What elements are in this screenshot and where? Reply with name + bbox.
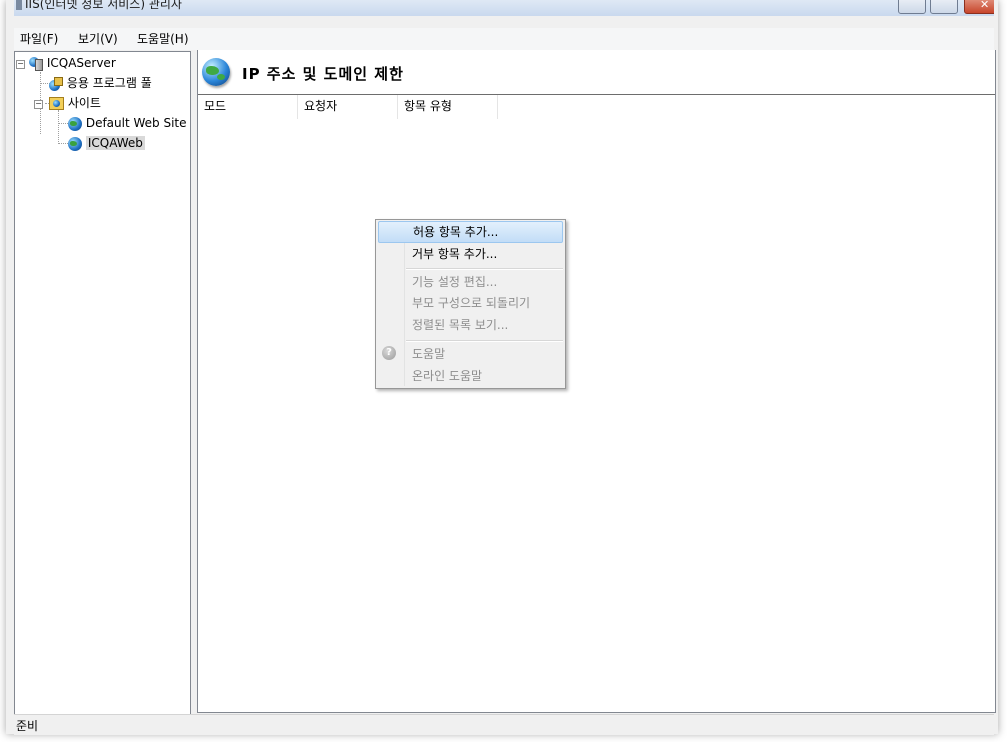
menu-item-revert-to-parent[interactable]: 부모 구성으로 되돌리기	[378, 292, 563, 314]
menu-separator	[406, 268, 563, 270]
sites-folder-icon	[49, 97, 64, 110]
tree-node-sites-label: 사이트	[67, 96, 101, 110]
feature-header: IP 주소 및 도메인 제한	[198, 50, 995, 95]
help-icon: ?	[382, 346, 396, 360]
column-header-mode[interactable]: 모드	[198, 95, 298, 119]
status-bar: 준비	[14, 714, 994, 735]
tree-node-default-web-site-label: Default Web Site	[85, 116, 187, 130]
tree-node-server-label: ICQAServer	[46, 56, 116, 70]
tree-node-icqaweb-label: ICQAWeb	[85, 136, 145, 150]
menu-separator	[406, 340, 563, 342]
page-title: IP 주소 및 도메인 제한	[242, 65, 404, 83]
tree-node-server[interactable]: ICQAServer	[29, 54, 116, 72]
window-title: IIS(인터넷 정보 서비스) 관리자	[16, 0, 182, 12]
tree-node-app-pools[interactable]: 응용 프로그램 풀	[49, 74, 152, 92]
column-header-entry-type[interactable]: 항목 유형	[398, 95, 498, 119]
menu-file[interactable]: 파일(F)	[20, 30, 58, 47]
minimize-button[interactable]	[898, 0, 926, 14]
tree-node-default-web-site[interactable]: Default Web Site	[68, 114, 187, 132]
website-globe-icon	[68, 116, 82, 131]
maximize-button[interactable]	[930, 0, 958, 14]
app-pool-icon	[49, 76, 63, 91]
ip-restrictions-globe-icon	[202, 58, 230, 86]
menu-item-online-help[interactable]: 온라인 도움말	[378, 365, 563, 387]
iis-app-icon	[16, 0, 22, 10]
menu-help[interactable]: 도움말(H)	[137, 30, 189, 47]
menu-view[interactable]: 보기(V)	[78, 30, 118, 47]
menu-item-add-allow-entry[interactable]: 허용 항목 추가...	[378, 221, 563, 243]
tree-connector	[58, 143, 68, 144]
close-button[interactable]: ✕	[964, 0, 994, 14]
close-icon: ✕	[980, 0, 990, 11]
server-icon	[29, 56, 43, 71]
tree-node-app-pools-label: 응용 프로그램 풀	[66, 76, 152, 90]
tree-connector	[58, 110, 59, 144]
context-menu: 허용 항목 추가... 거부 항목 추가... 기능 설정 편집... 부모 구…	[375, 219, 566, 389]
menu-item-view-ordered-list[interactable]: 정렬된 목록 보기...	[378, 314, 563, 336]
tree-connector	[58, 123, 68, 124]
column-header-requester[interactable]: 요청자	[298, 95, 398, 119]
collapse-server-toggle[interactable]: −	[16, 60, 25, 69]
status-text: 준비	[16, 719, 39, 733]
menu-bar: 파일(F) 보기(V) 도움말(H)	[14, 28, 994, 50]
tree-node-sites[interactable]: 사이트	[49, 94, 101, 112]
tree-node-icqaweb[interactable]: ICQAWeb	[68, 134, 145, 152]
connections-tree: − ICQAServer 응용 프로그램 풀 − 사이트 Default Web…	[14, 51, 191, 715]
menu-item-add-deny-entry[interactable]: 거부 항목 추가...	[378, 243, 563, 265]
menu-item-help[interactable]: ? 도움말	[378, 343, 563, 365]
window-title-text: IIS(인터넷 정보 서비스) 관리자	[25, 0, 182, 11]
title-bar: IIS(인터넷 정보 서비스) 관리자 ✕	[14, 0, 994, 16]
collapse-sites-toggle[interactable]: −	[34, 100, 43, 109]
menu-item-help-label: 도움말	[412, 347, 446, 361]
menu-item-edit-feature-settings[interactable]: 기능 설정 편집...	[378, 271, 563, 293]
website-globe-icon	[68, 136, 82, 151]
feature-panel: IP 주소 및 도메인 제한 모드 요청자 항목 유형	[197, 50, 996, 713]
